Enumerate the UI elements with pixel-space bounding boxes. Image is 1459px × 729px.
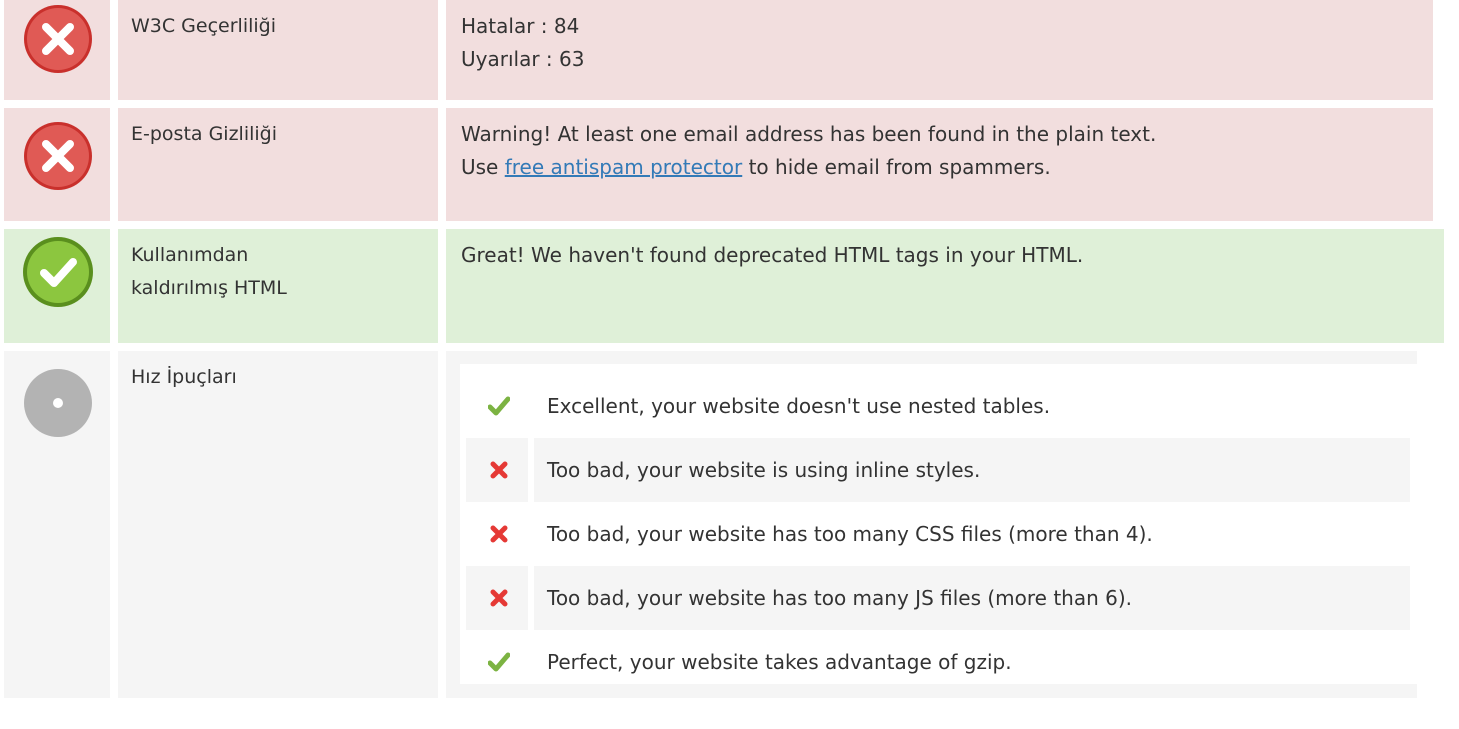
cross-icon xyxy=(490,461,508,479)
row-value: Warning! At least one email address has … xyxy=(446,108,1433,221)
status-cell xyxy=(4,351,110,698)
speed-tips-list: Excellent, your website doesn't use nest… xyxy=(460,364,1418,684)
row-label: E-posta Gizliliği xyxy=(118,108,438,221)
warnings-count: Uyarılar : 63 xyxy=(461,47,585,71)
tip-text: Too bad, your website has too many CSS f… xyxy=(547,522,1153,546)
status-cell xyxy=(4,229,110,343)
row-label: Kullanımdan kaldırılmış HTML xyxy=(118,229,438,343)
row-value: Great! We haven't found deprecated HTML … xyxy=(446,229,1444,343)
tip-text: Perfect, your website takes advantage of… xyxy=(547,650,1012,674)
email-privacy-label: E-posta Gizliliği xyxy=(131,123,278,145)
cross-icon xyxy=(490,589,508,607)
row-label: W3C Geçerliliği xyxy=(118,0,438,100)
w3c-validity-row: W3C Geçerliliği Hatalar : 84 Uyarılar : … xyxy=(0,0,1459,100)
list-item: Perfect, your website takes advantage of… xyxy=(466,630,1410,694)
advice-prefix: Use xyxy=(461,155,505,179)
list-item: Too bad, your website is using inline st… xyxy=(466,438,1410,502)
status-cell xyxy=(4,108,110,221)
row-label: Hız İpuçları xyxy=(118,351,438,698)
error-icon xyxy=(20,118,96,194)
error-icon xyxy=(20,1,96,77)
deprecated-label-line2: kaldırılmış HTML xyxy=(131,277,287,299)
cross-icon xyxy=(490,525,508,543)
advice-suffix: to hide email from spammers. xyxy=(742,155,1051,179)
list-item: Excellent, your website doesn't use nest… xyxy=(466,374,1410,438)
check-icon xyxy=(488,652,510,672)
list-item: Too bad, your website has too many CSS f… xyxy=(466,502,1410,566)
info-neutral-icon xyxy=(20,365,96,441)
w3c-label: W3C Geçerliliği xyxy=(131,15,276,37)
speed-tips-label: Hız İpuçları xyxy=(131,366,237,388)
tip-text: Excellent, your website doesn't use nest… xyxy=(547,394,1051,418)
deprecated-result-text: Great! We haven't found deprecated HTML … xyxy=(461,243,1084,267)
email-warning-text: Warning! At least one email address has … xyxy=(461,122,1157,146)
row-value: Hatalar : 84 Uyarılar : 63 xyxy=(446,0,1433,100)
tip-text: Too bad, your website is using inline st… xyxy=(534,438,1410,502)
tip-text: Too bad, your website has too many JS fi… xyxy=(534,566,1410,630)
email-privacy-row: E-posta Gizliliği Warning! At least one … xyxy=(0,108,1459,221)
list-item: Too bad, your website has too many JS fi… xyxy=(466,566,1410,630)
errors-count: Hatalar : 84 xyxy=(461,14,580,38)
deprecated-html-row: Kullanımdan kaldırılmış HTML Great! We h… xyxy=(0,229,1459,343)
antispam-protector-link[interactable]: free antispam protector xyxy=(505,155,743,179)
deprecated-label-line1: Kullanımdan xyxy=(131,244,249,266)
status-cell xyxy=(4,0,110,100)
email-advice-text: Use free antispam protector to hide emai… xyxy=(461,151,1433,184)
check-circle-icon xyxy=(20,234,96,310)
check-icon xyxy=(488,396,510,416)
